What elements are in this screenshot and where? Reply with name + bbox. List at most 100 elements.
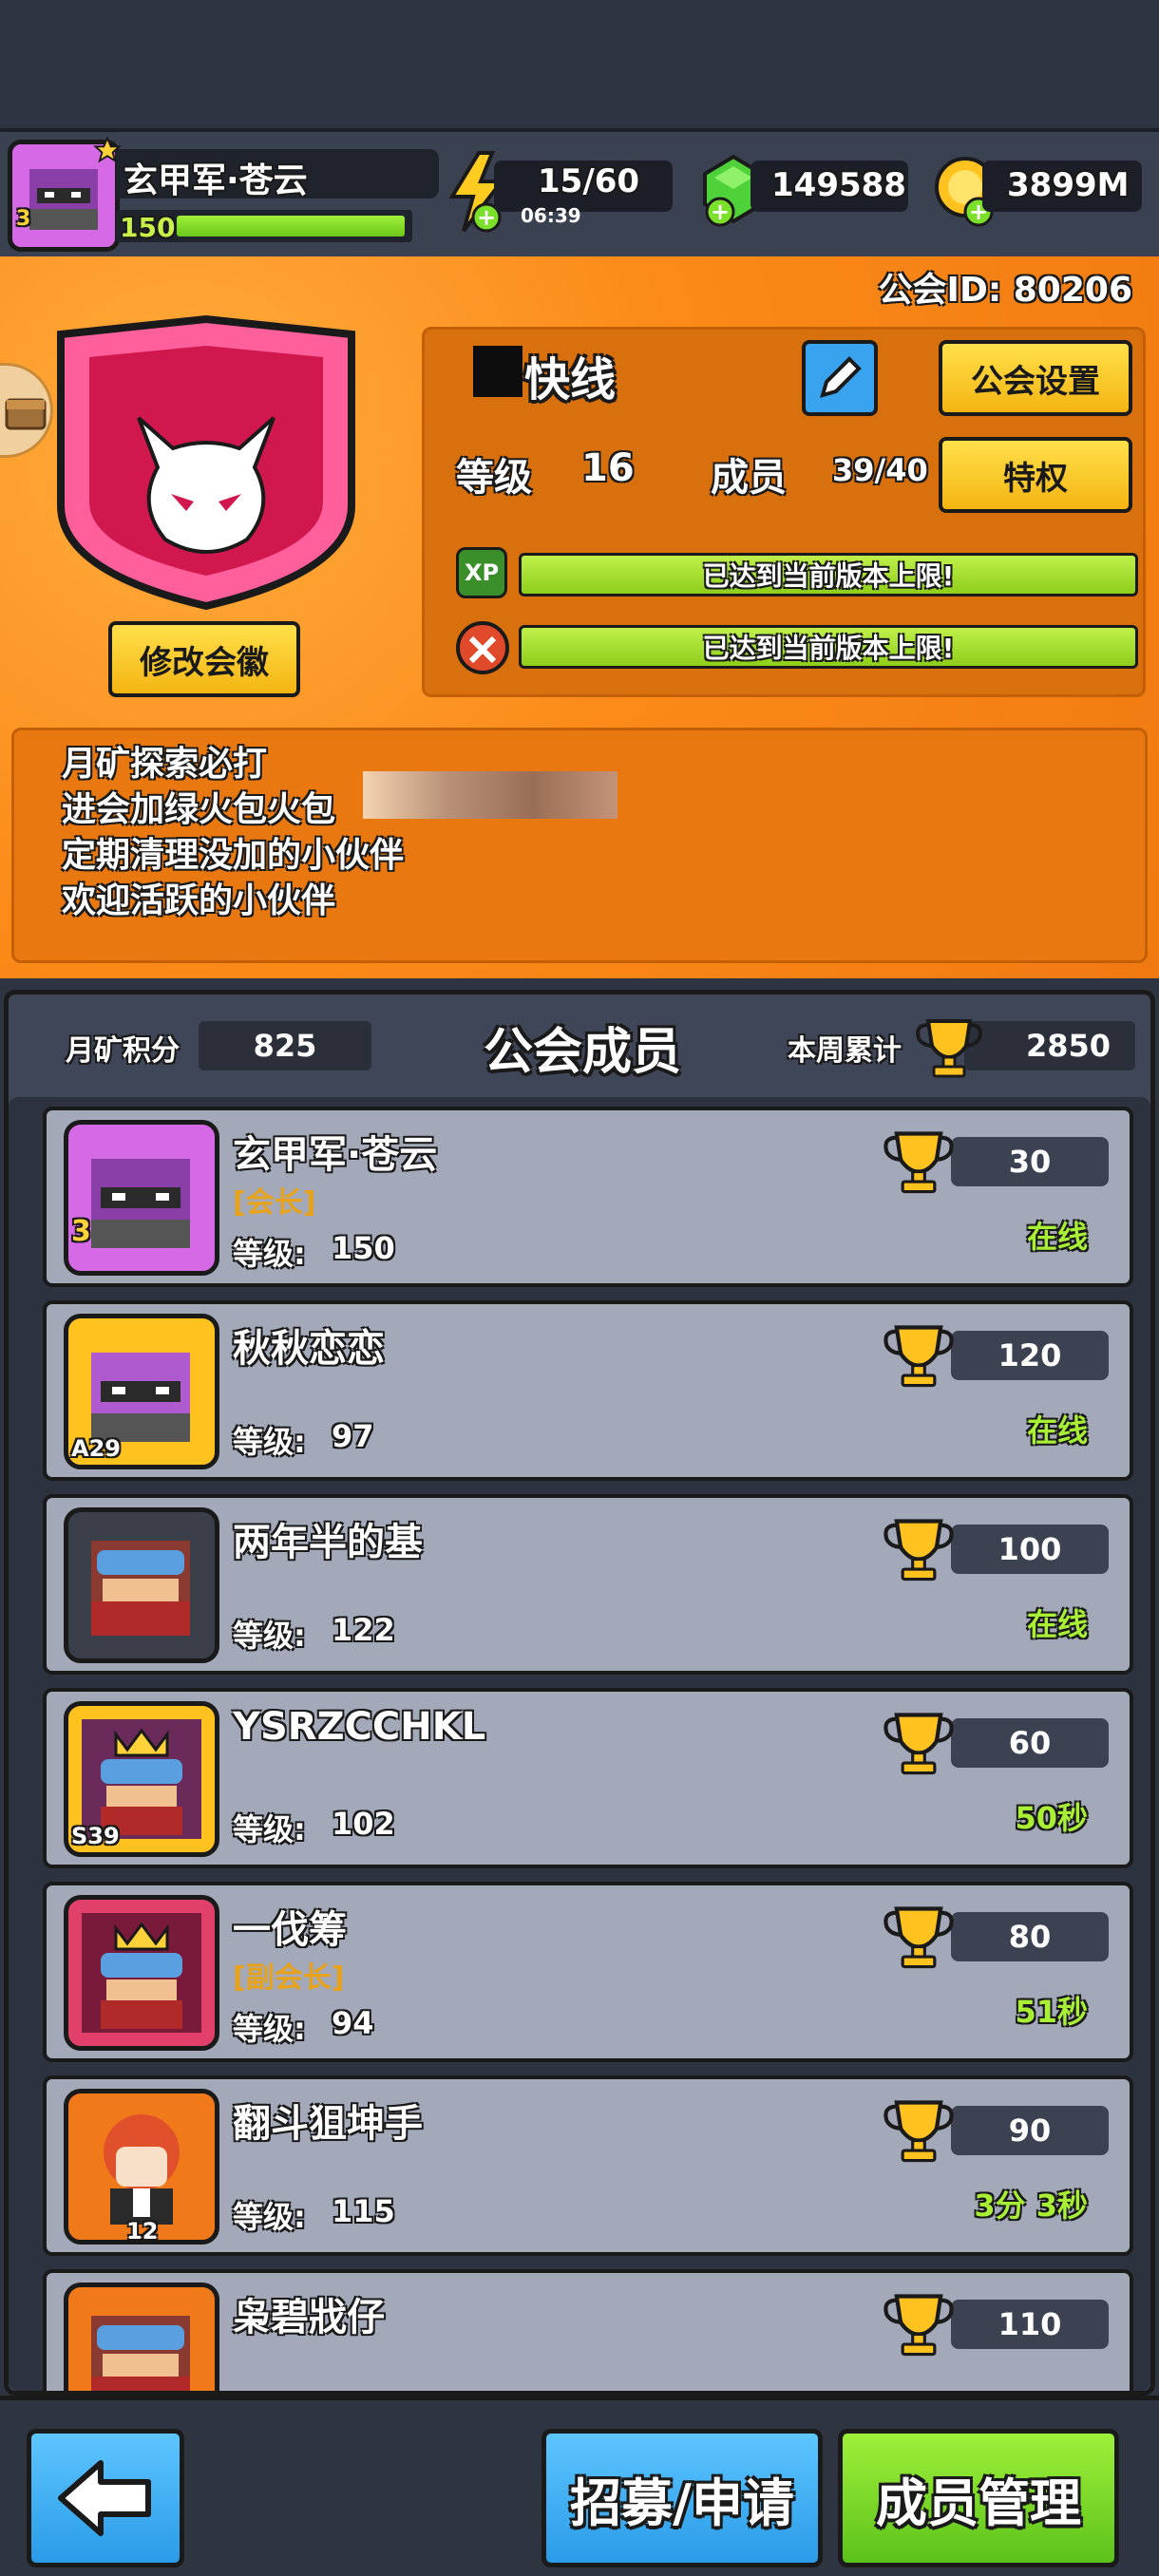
member-name: 翻斗狙坤手 bbox=[233, 2102, 423, 2146]
member-level-label: 等级: bbox=[233, 1811, 306, 1847]
member-row[interactable]: A29 秋秋恋恋 等级: 97 120 在线 bbox=[43, 1300, 1133, 1481]
trophy-icon bbox=[884, 1906, 954, 1969]
xp-progress-text: 已达到当前版本上限! bbox=[702, 560, 955, 592]
guild-announcement[interactable]: 月矿探索必打 进会加绿火包火包 定期清理没加的小伙伴 欢迎活跃的小伙伴 bbox=[11, 728, 1148, 963]
energy-value: 15/60 bbox=[538, 162, 640, 200]
member-level-value: 102 bbox=[332, 1806, 395, 1842]
member-status: 在线 bbox=[1026, 1606, 1088, 1642]
member-level-label: 等级: bbox=[233, 1236, 306, 1272]
member-list[interactable]: 3 玄甲军·苍云 [会长] 等级: 150 30 在线 A29 秋秋恋恋 等级:… bbox=[9, 1097, 1150, 2391]
guild-level-value: 16 bbox=[581, 446, 635, 490]
member-trophy-box: 80 bbox=[951, 1912, 1109, 1961]
member-level-value: 94 bbox=[332, 2005, 374, 2041]
member-status: 在线 bbox=[1026, 1412, 1088, 1449]
player-name: 玄甲军·苍云 bbox=[124, 161, 308, 200]
member-trophies: 30 bbox=[1008, 1144, 1052, 1180]
trophy-icon bbox=[884, 2100, 954, 2163]
svg-text:+: + bbox=[711, 199, 730, 225]
manage-members-button[interactable]: 成员管理 bbox=[838, 2429, 1119, 2567]
member-trophies: 90 bbox=[1008, 2112, 1052, 2149]
weekly-total-box: 2850 bbox=[964, 1021, 1135, 1070]
member-avatar bbox=[64, 1120, 219, 1276]
trophy-icon bbox=[884, 1131, 954, 1194]
knight-avatar-icon bbox=[91, 2316, 190, 2391]
guild-name-redaction bbox=[473, 346, 522, 397]
member-row[interactable]: S39 YSRZCCHKL 等级: 102 60 50秒 bbox=[43, 1688, 1133, 1868]
member-trophies: 120 bbox=[998, 1337, 1062, 1373]
member-avatar bbox=[64, 1507, 219, 1663]
moon-points-label: 月矿积分 bbox=[66, 1034, 180, 1068]
guild-emblem bbox=[57, 315, 355, 611]
member-trophy-box: 120 bbox=[951, 1331, 1109, 1380]
member-trophy-box: 30 bbox=[951, 1137, 1109, 1186]
member-row[interactable]: 枭碧戕仔 110 bbox=[43, 2269, 1133, 2391]
xp-badge-icon: XP bbox=[456, 547, 507, 598]
weekly-total-label: 本周累计 bbox=[788, 1034, 902, 1068]
member-trophy-box: 100 bbox=[951, 1525, 1109, 1574]
guild-level-label: 等级 bbox=[456, 456, 532, 500]
member-avatar-badge: 12 bbox=[126, 2218, 159, 2245]
xp-progress-bar: 已达到当前版本上限! bbox=[519, 553, 1138, 597]
member-row[interactable]: 12 翻斗狙坤手 等级: 115 90 3分 3秒 bbox=[43, 2075, 1133, 2256]
member-row[interactable]: 3 玄甲军·苍云 [会长] 等级: 150 30 在线 bbox=[43, 1107, 1133, 1287]
announcement-line: 欢迎活跃的小伙伴 bbox=[62, 881, 336, 920]
privilege-button[interactable]: 特权 bbox=[939, 437, 1132, 513]
energy-timer: 06:39 bbox=[521, 204, 581, 227]
trophy-icon bbox=[884, 1325, 954, 1388]
privilege-label: 特权 bbox=[1003, 459, 1068, 498]
chest-icon bbox=[5, 398, 47, 430]
knight-avatar-icon bbox=[82, 1913, 201, 2033]
member-trophies: 100 bbox=[998, 1531, 1062, 1567]
change-emblem-button[interactable]: 修改会徽 bbox=[108, 621, 300, 697]
member-status: 51秒 bbox=[1015, 1994, 1088, 2030]
back-button[interactable] bbox=[27, 2429, 184, 2567]
edit-name-button[interactable] bbox=[802, 340, 878, 416]
member-level-value: 115 bbox=[332, 2193, 395, 2229]
skill-progress-text: 已达到当前版本上限! bbox=[702, 633, 955, 664]
member-role: [会长] bbox=[233, 1186, 316, 1220]
announcement-line: 定期清理没加的小伙伴 bbox=[62, 836, 405, 875]
members-panel: 月矿积分 825 公会成员 本周累计 2850 3 玄甲军·苍云 [会长] 等级… bbox=[4, 990, 1155, 2396]
member-level-label: 等级: bbox=[233, 2199, 306, 2235]
announcement-redaction bbox=[363, 771, 618, 819]
member-status: 在线 bbox=[1026, 1219, 1088, 1255]
moon-points-box: 825 bbox=[199, 1021, 371, 1070]
member-status: 50秒 bbox=[1015, 1800, 1088, 1836]
member-name: 两年半的基 bbox=[233, 1521, 423, 1564]
gems-value: 149588 bbox=[771, 166, 906, 204]
guild-members-label: 成员 bbox=[711, 456, 787, 500]
bottom-bar: 招募/申请 成员管理 bbox=[0, 2396, 1159, 2576]
xp-badge-label: XP bbox=[464, 559, 500, 586]
member-avatar bbox=[64, 2282, 219, 2391]
member-trophies: 110 bbox=[998, 2306, 1062, 2342]
member-trophy-box: 90 bbox=[951, 2106, 1109, 2155]
member-row[interactable]: 一伐筹 [副会长] 等级: 94 80 51秒 bbox=[43, 1882, 1133, 2062]
knight-avatar-icon bbox=[91, 1541, 190, 1636]
pencil-icon bbox=[820, 356, 862, 398]
member-name: 枭碧戕仔 bbox=[233, 2296, 385, 2339]
member-role: [副会长] bbox=[233, 1961, 345, 1995]
member-avatar-badge: A29 bbox=[71, 1435, 121, 1462]
member-level-label: 等级: bbox=[233, 2011, 306, 2047]
recruit-label: 招募/申请 bbox=[570, 2472, 794, 2533]
skill-progress-bar: 已达到当前版本上限! bbox=[519, 625, 1138, 669]
member-avatar-badge: S39 bbox=[71, 1823, 120, 1849]
member-level-label: 等级: bbox=[233, 1618, 306, 1654]
member-trophy-box: 60 bbox=[951, 1718, 1109, 1768]
member-level-value: 122 bbox=[332, 1612, 395, 1648]
weekly-total-value: 2850 bbox=[1025, 1028, 1111, 1064]
member-avatar bbox=[64, 1895, 219, 2051]
member-avatar-badge: 3 bbox=[71, 1215, 91, 1248]
member-trophies: 80 bbox=[1008, 1919, 1052, 1955]
guild-settings-button[interactable]: 公会设置 bbox=[939, 340, 1132, 416]
side-chest-button[interactable] bbox=[0, 363, 53, 458]
arrow-left-icon bbox=[58, 2460, 151, 2536]
member-row[interactable]: 两年半的基 等级: 122 100 在线 bbox=[43, 1494, 1133, 1675]
recruit-button[interactable]: 招募/申请 bbox=[542, 2429, 823, 2567]
top-bar: 3 玄甲军·苍云 150 + 15/60 06:39 + 149588 + 38… bbox=[0, 128, 1159, 256]
manage-members-label: 成员管理 bbox=[876, 2472, 1081, 2533]
change-emblem-label: 修改会徽 bbox=[140, 643, 269, 682]
coins-value: 3899M bbox=[1007, 166, 1130, 204]
moon-points-value: 825 bbox=[253, 1028, 317, 1064]
guild-name: 快线 bbox=[524, 353, 617, 407]
